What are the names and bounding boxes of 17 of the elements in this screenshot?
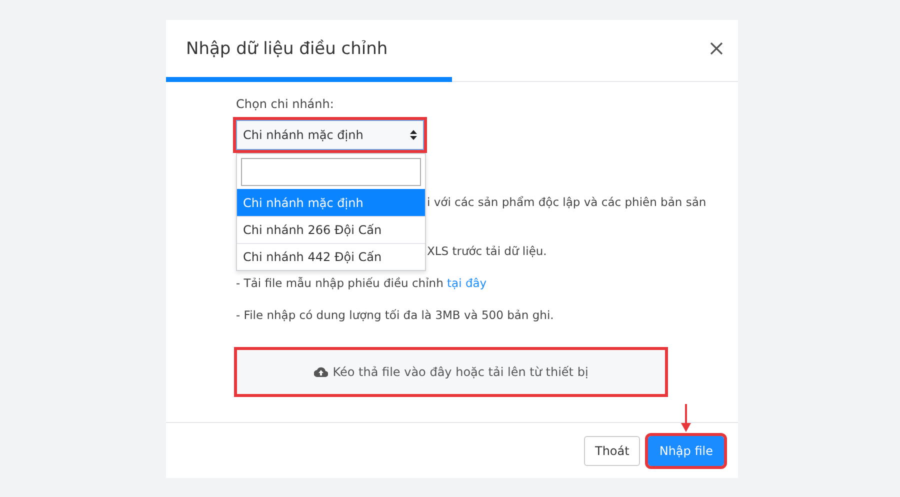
note-text: - Tải file mẫu nhập phiếu điều chỉnh: [236, 276, 444, 290]
sort-caret-icon: [410, 130, 417, 140]
exit-button[interactable]: Thoát: [584, 436, 640, 466]
note-text: - File nhập có dung lượng tối đa là 3MB và 500 bản ghi.: [236, 308, 554, 322]
close-icon: [710, 42, 723, 55]
note-text: XLS trước tải dữ liệu.: [427, 244, 547, 258]
branch-label: Chọn chi nhánh:: [236, 96, 335, 112]
note-text: i với các sản phẩm độc lập và các phiên bản sản: [427, 195, 706, 209]
dialog-title: Nhập dữ liệu điều chỉnh: [186, 38, 388, 58]
branch-select[interactable]: Chi nhánh mặc định: [236, 120, 424, 150]
branch-option[interactable]: Chi nhánh 442 Đội Cấn: [237, 243, 425, 270]
branch-option[interactable]: Chi nhánh 266 Đội Cấn: [237, 216, 425, 243]
close-button[interactable]: [708, 40, 725, 57]
cloud-upload-icon: [314, 367, 328, 377]
upload-drop-zone[interactable]: Kéo thả file vào đây hoặc tải lên từ thiết bị: [234, 347, 668, 397]
branch-option[interactable]: Chi nhánh mặc định: [237, 189, 425, 216]
search-field[interactable]: [241, 158, 421, 186]
